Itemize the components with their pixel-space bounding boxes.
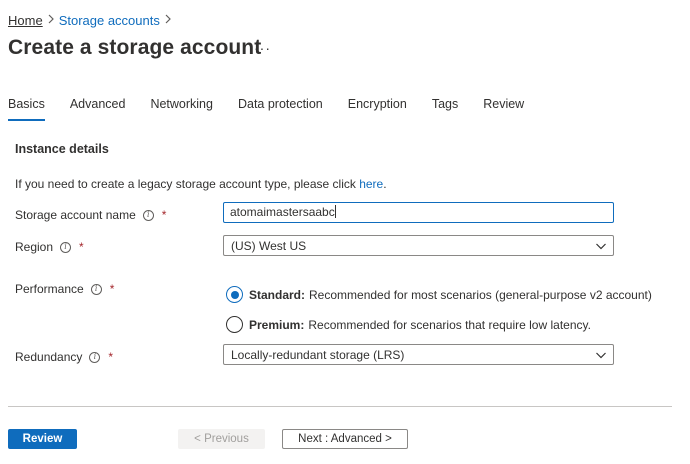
required-asterisk: * — [109, 282, 115, 296]
chevron-right-icon — [43, 14, 59, 27]
required-asterisk: * — [161, 208, 167, 222]
performance-standard-radio[interactable]: Standard: Recommended for most scenarios… — [226, 286, 652, 303]
tab-review[interactable]: Review — [483, 95, 524, 121]
info-icon[interactable]: i — [142, 209, 154, 221]
chevron-down-icon — [596, 243, 606, 250]
tab-encryption[interactable]: Encryption — [348, 95, 407, 121]
info-icon[interactable]: i — [90, 283, 102, 295]
chevron-down-icon — [596, 352, 606, 359]
storage-account-name-input[interactable]: atomaimastersaabc — [223, 202, 614, 223]
storage-account-name-label: Storage account name i * — [15, 208, 166, 222]
storage-account-name-value: atomaimastersaabc — [230, 205, 335, 219]
info-icon[interactable]: i — [60, 241, 72, 253]
legacy-account-text: If you need to create a legacy storage a… — [15, 177, 387, 191]
region-label: Region i * — [15, 240, 84, 254]
premium-option-description: Recommended for scenarios that require l… — [308, 317, 591, 332]
redundancy-value: Locally-redundant storage (LRS) — [231, 348, 405, 362]
breadcrumb-home-link[interactable]: Home — [8, 13, 43, 28]
legacy-period: . — [383, 177, 387, 191]
previous-button[interactable]: < Previous — [178, 429, 265, 449]
legacy-account-text-body: If you need to create a legacy storage a… — [15, 177, 360, 191]
tab-advanced[interactable]: Advanced — [70, 95, 126, 121]
required-asterisk: * — [79, 240, 84, 254]
redundancy-dropdown[interactable]: Locally-redundant storage (LRS) — [223, 344, 614, 365]
tab-networking[interactable]: Networking — [150, 95, 213, 121]
region-label-text: Region — [15, 240, 54, 254]
performance-label: Performance i * — [15, 282, 114, 296]
footer-divider — [8, 406, 672, 407]
performance-label-text: Performance — [15, 282, 84, 296]
next-advanced-button[interactable]: Next : Advanced > — [282, 429, 408, 449]
required-asterisk: * — [108, 350, 114, 364]
breadcrumb: Home Storage accounts — [8, 13, 176, 28]
region-dropdown[interactable]: (US) West US — [223, 235, 614, 256]
redundancy-label-text: Redundancy — [15, 350, 83, 364]
tab-basics[interactable]: Basics — [8, 95, 45, 121]
storage-account-name-label-text: Storage account name — [15, 208, 136, 222]
legacy-here-link[interactable]: here — [359, 177, 383, 191]
more-options-button[interactable]: ··· — [254, 40, 271, 56]
instance-details-heading: Instance details — [15, 142, 109, 156]
redundancy-label: Redundancy i * — [15, 350, 113, 364]
performance-premium-radio[interactable]: Premium: Recommended for scenarios that … — [226, 316, 591, 333]
standard-option-name: Standard: — [249, 287, 306, 302]
tab-data-protection[interactable]: Data protection — [238, 95, 323, 121]
tab-bar: Basics Advanced Networking Data protecti… — [8, 95, 549, 121]
standard-option-description: Recommended for most scenarios (general-… — [309, 287, 652, 302]
radio-unchecked-icon — [226, 316, 243, 333]
tab-tags[interactable]: Tags — [432, 95, 458, 121]
chevron-right-icon — [160, 14, 176, 27]
page-title: Create a storage account — [8, 36, 262, 59]
region-value: (US) West US — [231, 239, 307, 253]
review-button[interactable]: Review — [8, 429, 77, 449]
premium-option-name: Premium: — [249, 317, 305, 332]
radio-checked-icon — [226, 286, 243, 303]
text-caret — [334, 205, 336, 218]
breadcrumb-storage-accounts-link[interactable]: Storage accounts — [59, 13, 160, 28]
info-icon[interactable]: i — [89, 351, 101, 363]
